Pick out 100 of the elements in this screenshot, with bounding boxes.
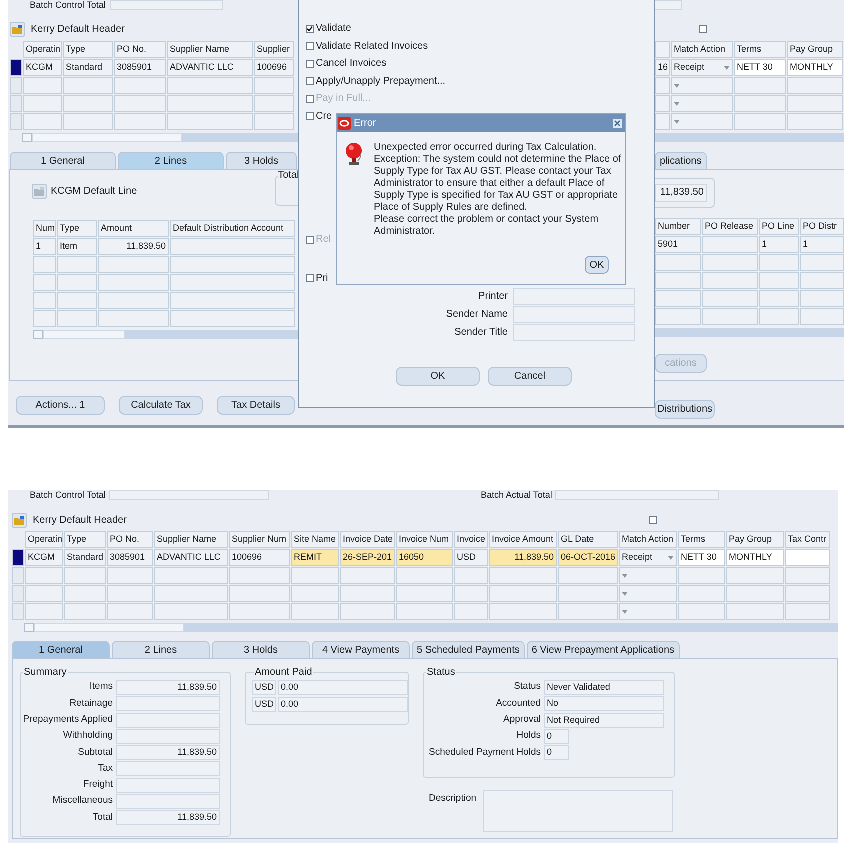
input-field[interactable]: 11,839.50 [116,680,220,695]
field-label: Batch Actual Total [481,490,552,500]
row-selector[interactable] [10,59,22,76]
input-field[interactable] [108,490,269,500]
dropdown-field[interactable]: Receipt [619,549,677,566]
input-field[interactable]: 0 [544,728,569,744]
input-field[interactable]: Never Validated [544,680,664,695]
tab[interactable]: 3 Holds [226,152,297,169]
column-header: Operatin [23,41,62,58]
folder-icon[interactable] [12,512,27,528]
input-field[interactable]: 11,839.50 [655,184,707,202]
option-label[interactable]: Validate Related Invoices [316,38,428,54]
action-button[interactable]: Tax Details [217,396,295,415]
tab[interactable]: 4 View Payments [312,641,410,658]
scrollbar[interactable] [655,133,844,142]
column-header: PO No. [107,531,153,548]
column-header: PO Distr [800,218,844,235]
checkbox[interactable] [306,42,314,50]
dropdown-field[interactable]: Receipt [671,59,733,76]
table-cell: 06-OCT-2016 [558,549,618,566]
input-field[interactable] [110,0,223,10]
tab[interactable]: plications [655,152,707,169]
field-label: Approval [502,712,541,727]
input-field[interactable] [513,306,635,322]
tab[interactable]: 3 Holds [212,641,310,658]
input-field[interactable] [116,696,220,712]
column-header: Supplier [254,41,294,58]
dropdown-field[interactable] [671,113,733,130]
column-header: PO Release [702,218,758,235]
action-button[interactable]: OK [396,367,480,386]
input-field[interactable]: 0.00 [278,680,408,695]
column-header: Terms [678,531,725,548]
input-field[interactable]: 11,839.50 [116,810,220,826]
table-cell: 1 [800,236,844,253]
tab[interactable]: 2 Lines [112,641,210,658]
caret-icon [674,120,680,124]
folder-icon[interactable] [10,22,25,36]
column-header: PO No. [114,41,166,58]
tab[interactable]: 1 General [12,641,110,658]
input-field[interactable]: Not Required [544,712,664,728]
scrollbar[interactable] [22,133,298,142]
checkbox[interactable] [649,516,657,524]
checkbox[interactable] [306,60,314,68]
row-selector[interactable] [12,549,24,566]
input-field[interactable] [555,490,720,500]
action-button[interactable]: Calculate Tax [119,396,203,415]
input-field[interactable]: 0.00 [278,697,408,712]
dropdown-field[interactable] [671,77,733,94]
option-label[interactable]: Validate [316,21,352,36]
scrollbar[interactable] [33,330,299,339]
field-label: Prepayments Applied [22,712,113,727]
tab[interactable]: 6 View Prepayment Applications [526,641,680,658]
column-header: Pay Group [726,531,784,548]
input-field[interactable] [482,790,673,832]
checkbox[interactable] [306,24,314,33]
input-field[interactable]: USD [252,680,276,695]
checkbox[interactable] [699,25,707,33]
checkbox[interactable] [306,112,314,120]
input-field[interactable]: 0 [544,745,569,760]
tab[interactable]: 5 Scheduled Payments [412,641,525,658]
input-field[interactable] [513,324,635,340]
input-field[interactable] [116,761,220,776]
dropdown-field[interactable] [671,95,733,112]
table-cell: Standard [63,59,113,76]
table-cell: MONTHLY [787,59,843,76]
dropdown-field[interactable] [619,567,677,584]
checkbox[interactable] [306,77,314,86]
caret-icon [622,592,628,596]
option-label[interactable]: Cre [316,108,332,124]
scrollbar[interactable] [24,623,838,632]
input-field[interactable]: No [544,696,664,712]
dropdown-field[interactable] [619,603,677,620]
column-header: Type [63,41,113,58]
title-bar-icon [338,116,351,130]
close-icon[interactable] [613,118,622,128]
folder-icon[interactable] [32,184,47,198]
input-field[interactable] [513,288,635,304]
input-field[interactable] [116,794,220,810]
dropdown-field[interactable] [619,585,677,602]
caret-icon [674,84,680,88]
action-button[interactable]: Actions... 1 [16,396,105,415]
section-title: KCGM Default Line [51,184,138,198]
checkbox[interactable] [306,274,314,282]
input-field[interactable] [116,778,220,793]
field-label: Scheduled Payment Holds [428,746,541,760]
input-field[interactable]: 11,839.50 [116,745,220,760]
option-label[interactable]: Cancel Invoices [316,56,387,72]
option-label[interactable]: Apply/Unapply Prepayment... [316,74,446,89]
action-button[interactable]: Distributions [655,400,715,419]
input-field[interactable]: USD [252,697,276,712]
ok-button[interactable]: OK [585,256,609,274]
tab[interactable]: 1 General [10,152,116,169]
input-field[interactable] [655,0,682,10]
scrollbar[interactable] [655,328,844,337]
input-field[interactable] [116,712,220,728]
option-label[interactable]: Pri [316,270,328,286]
table-cell: KCGM [23,59,62,76]
tab[interactable]: 2 Lines [118,152,224,169]
action-button[interactable]: Cancel [488,367,572,386]
input-field[interactable] [116,728,220,744]
